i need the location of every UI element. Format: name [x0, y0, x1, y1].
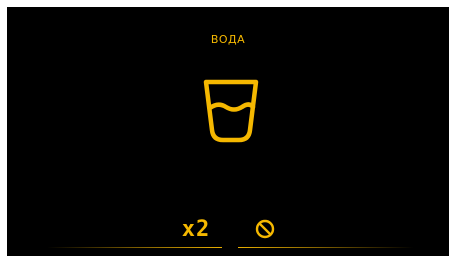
drink-title: ВОДА: [210, 33, 246, 46]
drink-screen: ВОДА x2: [7, 7, 449, 256]
bottom-divider-left: [47, 247, 222, 248]
water-glass-icon: [203, 79, 259, 143]
bottom-divider-right: [238, 247, 414, 248]
portion-multiplier-button[interactable]: x2: [179, 217, 213, 243]
no-entry-icon[interactable]: [255, 219, 275, 239]
